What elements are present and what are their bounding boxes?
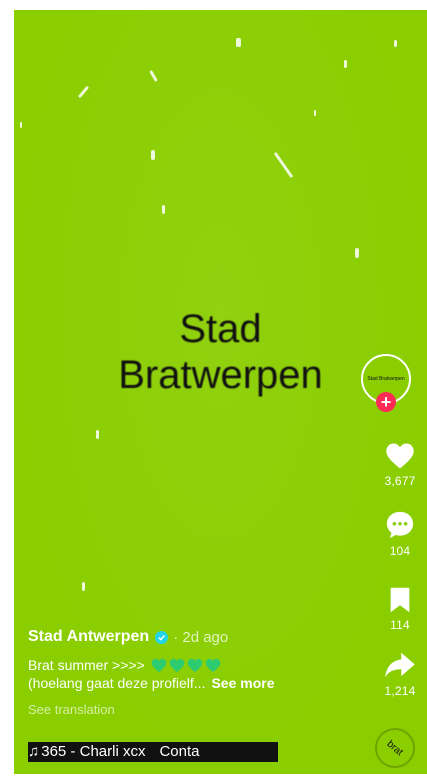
sparkle-speck bbox=[355, 248, 359, 258]
creator-username[interactable]: Stad Antwerpen bbox=[28, 628, 149, 646]
tiktok-frame: Stad Bratwerpen Stad Bratwerpen + 3,677 … bbox=[0, 0, 427, 776]
green-heart-icon bbox=[169, 658, 185, 672]
caption-text-1: Brat summer >>>> bbox=[28, 657, 145, 673]
video-title-line-1: Stad bbox=[179, 307, 262, 351]
follow-plus-button[interactable]: + bbox=[376, 392, 396, 412]
comment-button[interactable]: 104 bbox=[370, 510, 427, 558]
sparkle-speck bbox=[236, 38, 241, 47]
sparkle-speck bbox=[162, 205, 165, 214]
see-more-link[interactable]: See more bbox=[211, 674, 274, 692]
post-time: · 2d ago bbox=[173, 628, 229, 646]
sparkle-speck bbox=[151, 150, 155, 160]
see-translation-link[interactable]: See translation bbox=[28, 702, 368, 717]
sparkle-speck bbox=[96, 430, 99, 439]
share-arrow-icon bbox=[385, 652, 415, 678]
music-ticker[interactable]: ♫ 365 - Charli xcx Conta bbox=[28, 742, 278, 762]
caption-line-2: (hoelang gaat deze profielf... See more bbox=[28, 674, 368, 692]
heart-icon bbox=[386, 443, 414, 469]
sparkle-speck bbox=[314, 110, 316, 116]
username-row: Stad Antwerpen · 2d ago bbox=[28, 628, 368, 646]
sparkle-speck bbox=[82, 582, 85, 591]
like-button[interactable]: 3,677 bbox=[370, 442, 427, 488]
share-count: 1,214 bbox=[384, 684, 416, 698]
verified-badge-icon bbox=[155, 630, 169, 644]
music-track-name: 365 - Charli xcx bbox=[41, 743, 146, 760]
music-note-icon: ♫ bbox=[28, 743, 40, 760]
green-hearts bbox=[151, 658, 221, 673]
sparkle-speck bbox=[344, 60, 347, 68]
comment-count: 104 bbox=[389, 544, 411, 558]
share-button[interactable]: 1,214 bbox=[370, 650, 427, 698]
green-heart-icon bbox=[205, 658, 221, 672]
creator-avatar-button[interactable]: Stad Bratwerpen + bbox=[361, 354, 411, 412]
sound-disc-label: brat bbox=[384, 738, 406, 758]
save-button[interactable]: 114 bbox=[370, 586, 427, 632]
sparkle-speck bbox=[394, 40, 397, 47]
green-heart-icon bbox=[151, 658, 167, 672]
sparkle-speck bbox=[20, 122, 22, 128]
like-count: 3,677 bbox=[384, 474, 416, 488]
caption-text-2: (hoelang gaat deze profielf... bbox=[28, 675, 206, 691]
green-heart-icon bbox=[187, 658, 203, 672]
bookmark-icon bbox=[390, 587, 410, 613]
comment-bubble-icon bbox=[386, 511, 414, 539]
save-count: 114 bbox=[390, 618, 410, 632]
avatar-text: Stad Bratwerpen bbox=[367, 376, 405, 382]
music-track-continued: Conta bbox=[159, 743, 200, 760]
caption-description[interactable]: Brat summer >>>> (hoelang gaat deze prof… bbox=[28, 656, 368, 692]
caption-line-1: Brat summer >>>> bbox=[28, 656, 368, 674]
caption-block: Stad Antwerpen · 2d ago Brat summer >>>>… bbox=[28, 628, 368, 717]
